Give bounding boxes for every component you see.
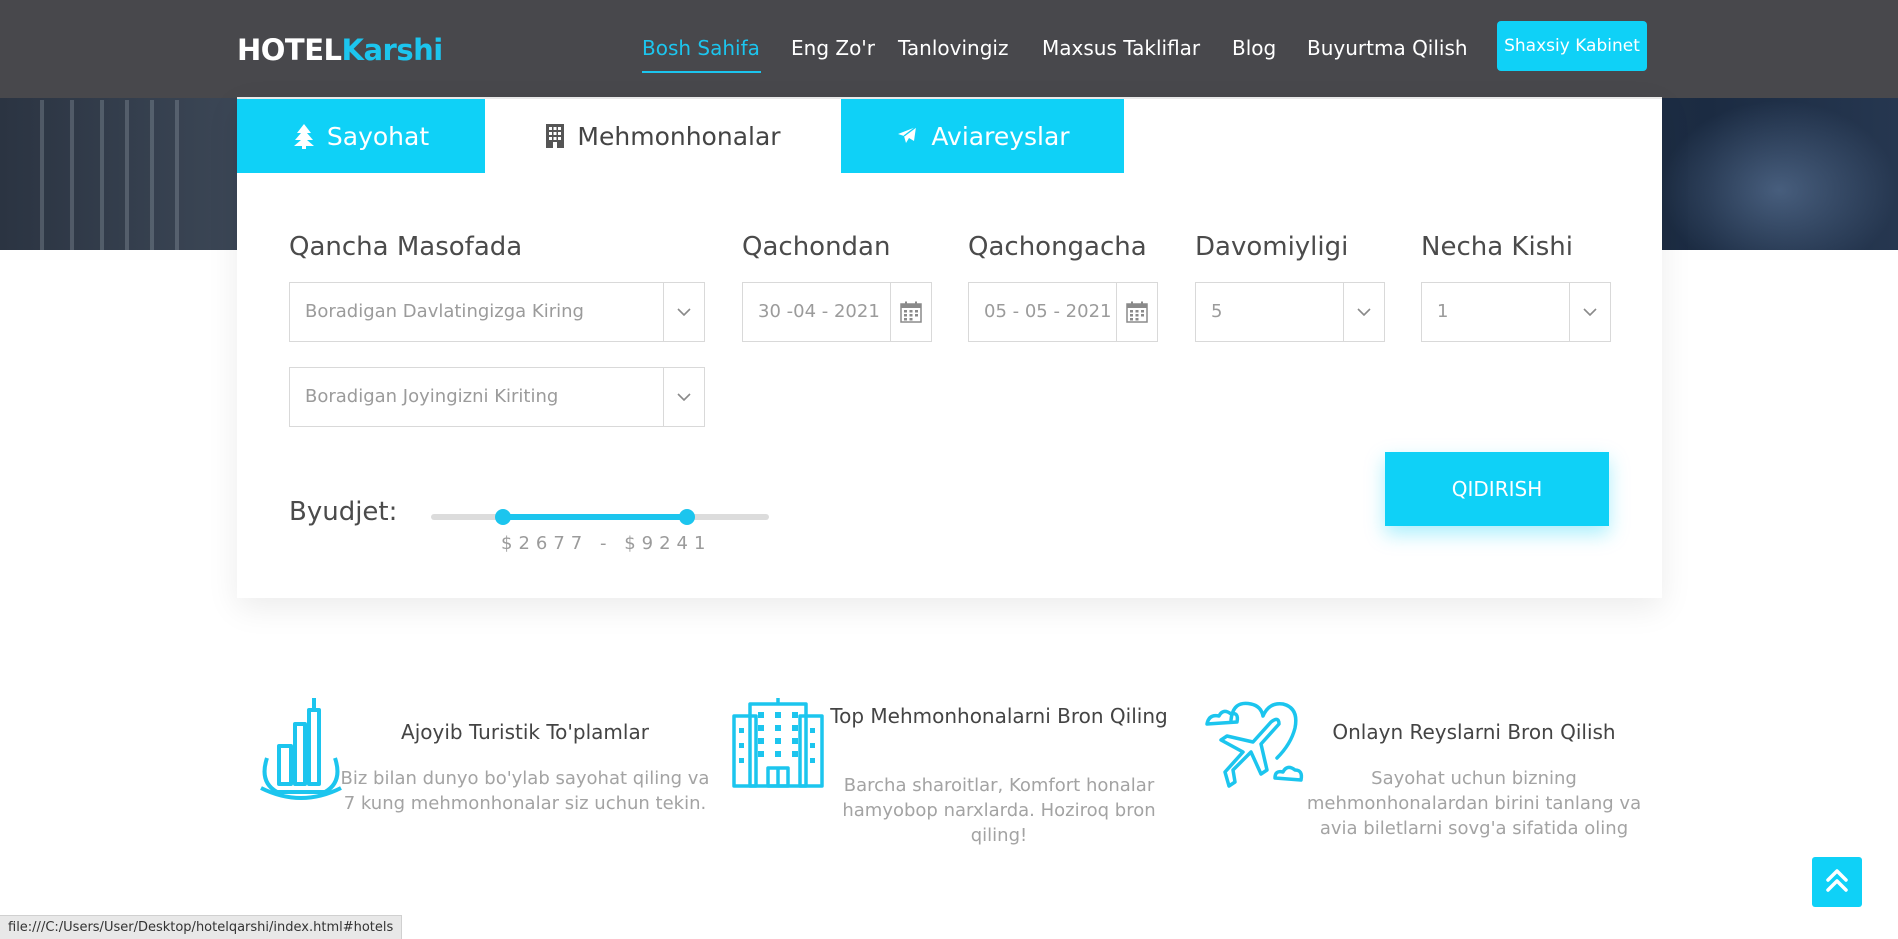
- feature-title: Onlayn Reyslarni Bron Qilish: [1332, 720, 1616, 744]
- tab-mehmonhonalar-label: Mehmonhonalar: [577, 121, 781, 151]
- date-from-value: 30 -04 - 2021: [758, 301, 880, 322]
- plane-icon: [895, 124, 919, 148]
- feature-description: Biz bilan dunyo bo'ylab sayohat qiling v…: [340, 768, 710, 814]
- budget-range-text: $2677 - $9241: [501, 533, 712, 554]
- place-select-placeholder: Boradigan Joyingizni Kiriting: [305, 386, 559, 407]
- browser-status-url: file:///C:/Users/User/Desktop/hotelqarsh…: [0, 915, 403, 939]
- feature-title: Top Mehmonhonalarni Bron Qiling: [830, 704, 1168, 728]
- nav-link-eng-zor[interactable]: Eng Zo'r: [791, 36, 875, 60]
- nav-link-maxsus-takliflar[interactable]: Maxsus Takliflar: [1042, 36, 1200, 60]
- tab-aviareyslar-label: Aviareyslar: [931, 121, 1070, 151]
- brand-logo[interactable]: HOTELKarshi: [237, 33, 443, 67]
- duration-select[interactable]: 5: [1195, 282, 1385, 342]
- feature-description: Barcha sharoitlar, Komfort honalar hamyo…: [842, 775, 1156, 846]
- brand-logo-part1: HOTEL: [237, 33, 342, 67]
- date-from-label: Qachondan: [742, 232, 891, 262]
- tree-icon: [293, 123, 315, 149]
- chevron-down-icon: [663, 283, 704, 341]
- personal-cabinet-button[interactable]: Shaxsiy Kabinet: [1497, 21, 1647, 71]
- calendar-icon[interactable]: [890, 283, 931, 341]
- nav-link-blog[interactable]: Blog: [1232, 36, 1276, 60]
- tab-sayohat[interactable]: Sayohat: [237, 99, 485, 173]
- budget-slider-fill: [503, 514, 687, 520]
- date-to-value: 05 - 05 - 2021: [984, 301, 1112, 322]
- feature-tourist-packages: Ajoyib Turistik To'plamlar Biz bilan dun…: [240, 693, 710, 853]
- building-icon: [545, 123, 565, 149]
- double-chevron-up-icon: [1823, 866, 1851, 898]
- nav-link-bosh-sahifa[interactable]: Bosh Sahifa: [642, 36, 760, 60]
- chevron-down-icon: [663, 368, 704, 426]
- people-select[interactable]: 1: [1421, 282, 1611, 342]
- calendar-icon[interactable]: [1116, 283, 1157, 341]
- feature-top-hotels: Top Mehmonhonalarni Bron Qiling Barcha s…: [714, 693, 1184, 853]
- search-panel: Sayohat Mehmonhonalar Aviareyslar Qancha…: [237, 97, 1662, 598]
- country-select[interactable]: Boradigan Davlatingizga Kiring: [289, 282, 705, 342]
- nav-link-buyurtma-qilish[interactable]: Buyurtma Qilish: [1307, 36, 1468, 60]
- date-from-input[interactable]: 30 -04 - 2021: [742, 282, 932, 342]
- budget-label: Byudjet:: [289, 497, 398, 527]
- top-navbar: HOTELKarshi Bosh Sahifa Eng Zo'r Tanlovi…: [0, 0, 1898, 98]
- tab-aviareyslar[interactable]: Aviareyslar: [841, 99, 1124, 173]
- chevron-down-icon: [1569, 283, 1610, 341]
- country-select-placeholder: Boradigan Davlatingizga Kiring: [305, 301, 584, 322]
- scroll-to-top-button[interactable]: [1812, 857, 1862, 907]
- date-to-label: Qachongacha: [968, 232, 1147, 262]
- search-button[interactable]: QIDIRISH: [1385, 452, 1609, 526]
- nav-link-tanlovingiz[interactable]: Tanlovingiz: [898, 36, 1008, 60]
- feature-description: Sayohat uchun bizning mehmonhonalardan b…: [1306, 768, 1642, 839]
- duration-label: Davomiyligi: [1195, 232, 1349, 262]
- place-select[interactable]: Boradigan Joyingizni Kiriting: [289, 367, 705, 427]
- brand-logo-part2: Karshi: [341, 33, 444, 67]
- budget-min-handle[interactable]: [495, 509, 511, 525]
- people-value: 1: [1437, 301, 1449, 322]
- feature-online-flights: Onlayn Reyslarni Bron Qilish Sayohat uch…: [1189, 693, 1659, 853]
- date-to-input[interactable]: 05 - 05 - 2021: [968, 282, 1158, 342]
- tab-mehmonhonalar[interactable]: Mehmonhonalar: [485, 99, 841, 173]
- budget-max-handle[interactable]: [679, 509, 695, 525]
- chevron-down-icon: [1343, 283, 1384, 341]
- distance-label: Qancha Masofada: [289, 232, 523, 262]
- tourist-package-icon: [257, 696, 345, 810]
- duration-value: 5: [1211, 301, 1223, 322]
- feature-title: Ajoyib Turistik To'plamlar: [401, 720, 649, 744]
- tab-sayohat-label: Sayohat: [326, 121, 430, 151]
- hotel-building-icon: [730, 698, 826, 794]
- nav-active-underline: [642, 71, 761, 73]
- people-label: Necha Kishi: [1421, 232, 1573, 262]
